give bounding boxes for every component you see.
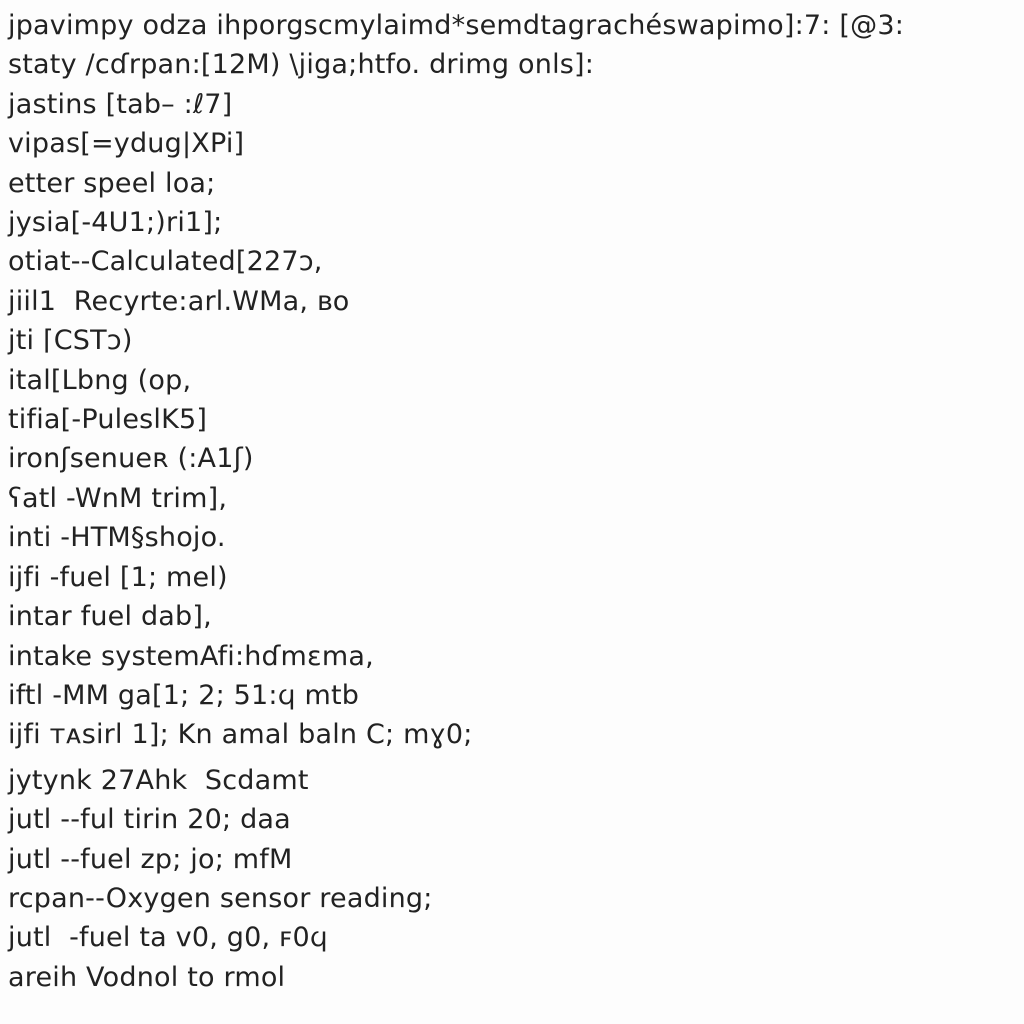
text-line: etter speel loa; [8,164,1016,203]
terminal-text-block: jpavimpy odza ihporgscmylaimd*semdtagrac… [0,0,1024,997]
text-line: intake systemAfi:hɗmɛma, [8,637,1016,676]
text-line: jiil1 Recyrte:arl.WMa, ʙo [8,282,1016,321]
text-line: jutl --fuel zp; jo; mfM [8,840,1016,879]
text-line: iftl -MM ga[1; 2; 51:ϥ mtb [8,676,1016,715]
text-line: tifia[-PuleslK5] [8,400,1016,439]
text-line: jti ⌈CSTɔ) [8,321,1016,360]
text-line: ironʃsenueʀ (:A1ʃ) [8,439,1016,478]
text-line: ijfi тᴀsirl 1]; Kn amal baln C; mɣ0; [8,715,1016,754]
text-line: vipas[=ydug|XPi] [8,124,1016,163]
text-line: ijfi -fuel [1; mel) [8,558,1016,597]
text-line: rcpan--Oxygen sensor reading; [8,879,1016,918]
text-line: jytynk 27Ahk Scdamt [8,765,309,796]
text-line: intar fuel dab], [8,597,1016,636]
text-line: jysia[-4U1;)ri1]; [8,203,1016,242]
text-line: inti -HTM§shojo. [8,518,1016,557]
text-line: otiat--Calculated[227ɔ, [8,242,1016,281]
text-line: jutl --ful tirin 20; daa [8,800,1016,839]
text-line: ʕatl -WnM trim], [8,479,1016,518]
text-line: jastins [tab– :ℓ7] [8,85,1016,124]
text-line: areih Vodnol to rmol [8,958,1016,997]
text-line: jpavimpy odza ihporgscmylaimd*semdtagrac… [8,6,1016,45]
text-line: ital[Lbng (op, [8,361,1016,400]
text-line: staty /cɗrpan:[12M) \jiga;htfo. drimg on… [8,45,1016,84]
text-line: jutl -fuel ta v0, g0, ꜰ0ϥ [8,918,1016,957]
